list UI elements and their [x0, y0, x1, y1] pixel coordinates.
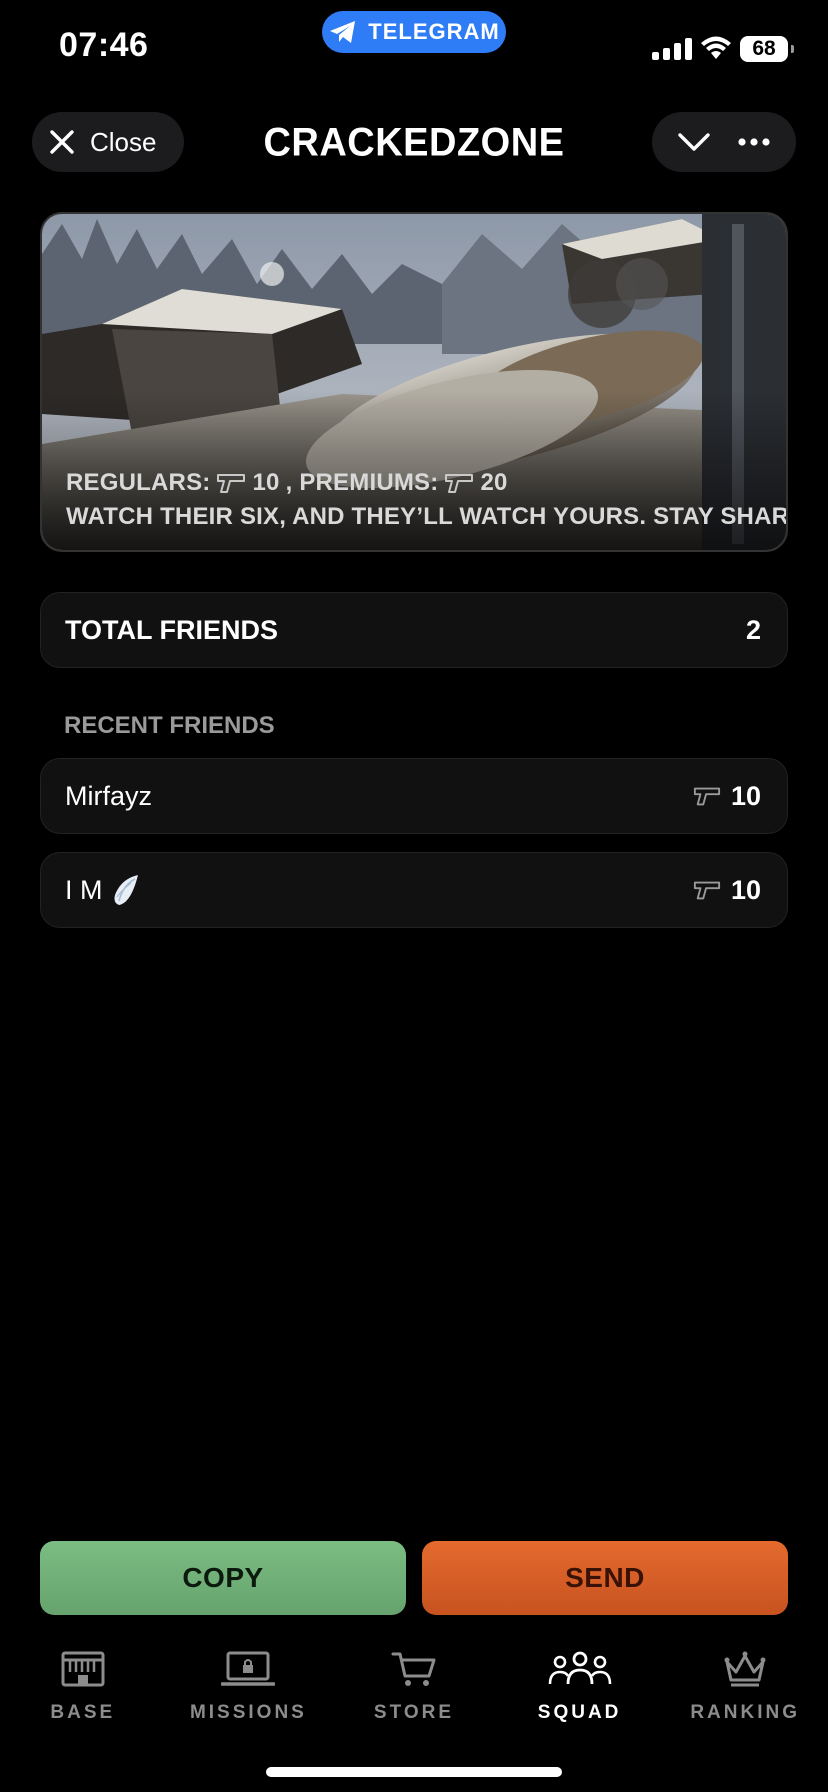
bottom-nav: BASE MISSIONS STORE SQUAD RANKING — [0, 1640, 828, 1750]
status-time: 07:46 — [59, 26, 149, 64]
friend-score: 10 — [693, 875, 761, 906]
pistol-icon — [693, 881, 721, 900]
chevron-down-icon[interactable] — [677, 131, 711, 153]
banner-rewards-line: REGULARS: 10 , PREMIUMS: 20 — [66, 466, 786, 500]
copy-button[interactable]: COPY — [40, 1541, 406, 1615]
header-menu — [652, 112, 796, 172]
home-indicator[interactable] — [266, 1767, 562, 1777]
cart-icon — [391, 1652, 436, 1686]
pistol-icon — [693, 787, 721, 806]
nav-label: STORE — [373, 1702, 455, 1723]
friend-name-text: Mirfayz — [65, 780, 152, 811]
telegram-label: TELEGRAM — [368, 19, 500, 44]
wifi-icon — [701, 36, 731, 59]
friend-row[interactable]: Mirfayz 10 — [40, 758, 788, 834]
pistol-icon — [217, 474, 246, 493]
total-friends-card: TOTAL FRIENDS 2 — [40, 592, 788, 668]
battery-icon: 68 — [740, 36, 794, 62]
recent-friends-heading: RECENT FRIENDS — [64, 712, 275, 739]
premiums-label: , PREMIUMS: — [285, 469, 439, 496]
wing-emoji-icon — [114, 875, 138, 905]
total-friends-value: 2 — [745, 614, 761, 645]
laptop-lock-icon — [221, 1651, 276, 1686]
pistol-icon — [445, 474, 474, 493]
total-friends-label: TOTAL FRIENDS — [65, 614, 279, 645]
send-button[interactable]: SEND — [422, 1541, 788, 1615]
nav-label: SQUAD — [537, 1702, 622, 1723]
base-icon — [61, 1651, 105, 1687]
friend-score-value: 10 — [730, 874, 761, 905]
friend-name-text: I M — [65, 874, 103, 905]
nav-item-squad[interactable]: SQUAD — [497, 1640, 663, 1750]
crown-icon — [724, 1651, 766, 1687]
nav-item-missions[interactable]: MISSIONS — [166, 1640, 332, 1750]
squad-icon — [548, 1651, 611, 1685]
nav-label: BASE — [50, 1702, 116, 1723]
squad-banner: REGULARS: 10 , PREMIUMS: 20 WATCH THEIR … — [40, 212, 788, 552]
banner-text: REGULARS: 10 , PREMIUMS: 20 WATCH THEIR … — [66, 466, 788, 534]
regulars-value: 10 — [252, 469, 280, 496]
signal-icon — [652, 38, 692, 60]
friend-row[interactable]: I M 10 — [40, 852, 788, 928]
nav-label: RANKING — [690, 1702, 800, 1723]
telegram-pill[interactable]: TELEGRAM — [322, 11, 506, 53]
regulars-label: REGULARS: — [66, 469, 211, 496]
friend-score: 10 — [693, 781, 761, 812]
friend-name: Mirfayz — [65, 781, 152, 812]
nav-label: MISSIONS — [189, 1702, 307, 1723]
status-bar: 07:46 TELEGRAM 68 — [0, 0, 828, 100]
friend-name: I M — [65, 873, 141, 907]
nav-item-ranking[interactable]: RANKING — [662, 1640, 828, 1750]
nav-item-base[interactable]: BASE — [0, 1640, 166, 1750]
premiums-value: 20 — [480, 469, 508, 496]
friend-score-value: 10 — [730, 780, 761, 811]
telegram-icon — [330, 21, 356, 43]
more-icon[interactable] — [737, 137, 771, 147]
banner-tagline: WATCH THEIR SIX, AND THEY’LL WATCH YOURS… — [66, 503, 788, 530]
nav-item-store[interactable]: STORE — [331, 1640, 497, 1750]
